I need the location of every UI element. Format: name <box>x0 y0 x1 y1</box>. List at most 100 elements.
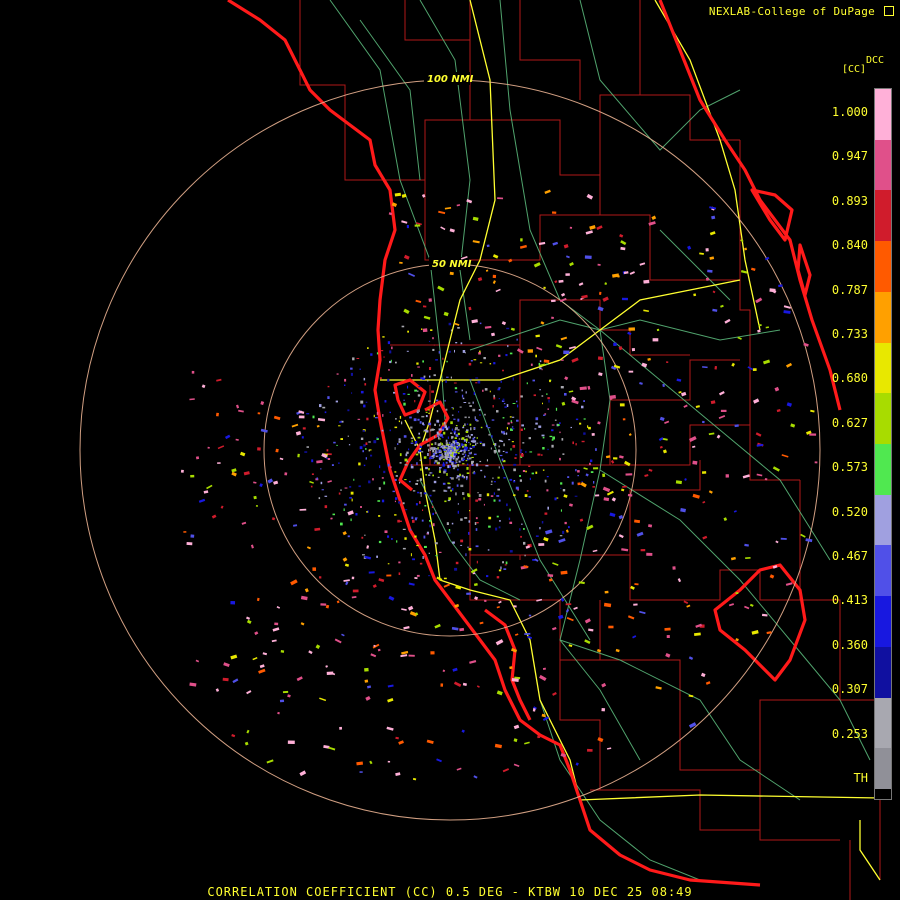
echo-pixel <box>445 456 448 460</box>
echo-streak <box>296 676 303 682</box>
echo-streak <box>809 433 817 436</box>
external-link-icon[interactable] <box>884 6 894 16</box>
echo-streak <box>306 546 311 550</box>
echo-pixel <box>479 350 481 353</box>
echo-streak <box>652 338 659 342</box>
echo-streak <box>408 654 415 657</box>
echo-streak <box>769 288 776 293</box>
echo-streak <box>762 359 771 365</box>
echo-streak <box>406 224 409 229</box>
ring-100-label: 100 NMI <box>427 74 474 85</box>
echo-pixel <box>454 349 455 353</box>
echo-streak <box>211 514 217 519</box>
echo-pixel <box>448 532 451 534</box>
echo-streak <box>403 308 410 315</box>
echo-pixel <box>384 530 388 533</box>
echo-pixel <box>555 407 558 411</box>
echo-pixel <box>471 461 474 465</box>
echo-pixel <box>491 419 495 421</box>
echo-pixel <box>513 468 516 472</box>
echo-pixel <box>469 510 471 512</box>
echo-streak <box>494 743 502 749</box>
echo-streak <box>595 494 600 497</box>
echo-pixel <box>479 362 483 364</box>
echo-streak <box>744 543 749 547</box>
echo-pixel <box>468 362 472 366</box>
echo-streak <box>513 605 517 608</box>
echo-streak <box>456 767 462 771</box>
echo-pixel <box>421 451 424 453</box>
echo-pixel <box>353 478 355 481</box>
echo-pixel <box>406 350 409 352</box>
echo-streak <box>634 583 639 586</box>
echo-pixel <box>454 567 458 571</box>
echo-pixel <box>331 464 334 466</box>
echo-pixel <box>435 359 438 361</box>
echo-pixel <box>486 493 490 497</box>
echo-pixel <box>468 548 472 551</box>
echo-streak <box>190 474 195 478</box>
echo-streak <box>640 549 646 552</box>
echo-streak <box>621 548 629 552</box>
echo-pixel <box>383 356 385 358</box>
echo-pixel <box>581 440 585 443</box>
echo-pixel <box>508 517 511 520</box>
legend-swatch <box>875 444 891 496</box>
echo-pixel <box>389 360 392 364</box>
echo-streak <box>537 735 541 739</box>
echo-streak <box>568 390 574 393</box>
echo-streak <box>299 770 307 777</box>
echo-pixel <box>395 418 397 420</box>
echo-streak <box>216 378 222 382</box>
echo-streak <box>370 653 377 658</box>
echo-pixel <box>457 432 460 435</box>
echo-pixel <box>549 435 553 438</box>
echo-streak <box>592 549 598 553</box>
echo-pixel <box>436 431 439 435</box>
echo-streak <box>230 600 236 605</box>
echo-pixel <box>324 411 327 414</box>
echo-pixel <box>427 400 431 402</box>
echo-streak <box>484 325 492 329</box>
echo-pixel <box>413 418 417 422</box>
echo-pixel <box>595 448 597 451</box>
echo-pixel <box>363 404 366 408</box>
echo-pixel <box>429 520 432 522</box>
echo-pixel <box>488 525 491 528</box>
echo-pixel <box>487 549 490 551</box>
echo-pixel <box>503 568 507 570</box>
echo-pixel <box>443 470 446 474</box>
echo-streak <box>587 385 591 390</box>
echo-pixel <box>497 476 500 479</box>
echo-streak <box>563 350 570 355</box>
echo-pixel <box>482 443 486 447</box>
echo-pixel <box>430 329 433 331</box>
echo-pixel <box>392 490 395 493</box>
echo-pixel <box>433 404 436 407</box>
echo-pixel <box>350 518 352 522</box>
echo-pixel <box>310 485 313 488</box>
echo-streak <box>471 319 478 324</box>
echo-streak <box>589 225 596 230</box>
echo-streak <box>344 563 350 567</box>
echo-pixel <box>502 466 504 469</box>
echo-pixel <box>490 483 493 485</box>
echo-pixel <box>462 397 465 400</box>
echo-pixel <box>498 526 501 529</box>
echo-pixel <box>405 509 408 511</box>
echo-streak <box>700 672 706 678</box>
echo-streak <box>495 288 501 293</box>
echo-pixel <box>458 411 460 413</box>
echo-streak <box>705 248 709 252</box>
echo-pixel <box>442 463 445 467</box>
echo-pixel <box>423 535 426 539</box>
echo-streak <box>542 667 546 670</box>
echo-streak <box>554 280 558 284</box>
echo-pixel <box>486 459 488 462</box>
echo-streak <box>613 457 618 460</box>
echo-streak <box>513 763 520 767</box>
echo-pixel <box>306 413 310 415</box>
echo-streak <box>601 708 606 712</box>
echo-pixel <box>515 454 518 456</box>
echo-pixel <box>515 486 519 490</box>
